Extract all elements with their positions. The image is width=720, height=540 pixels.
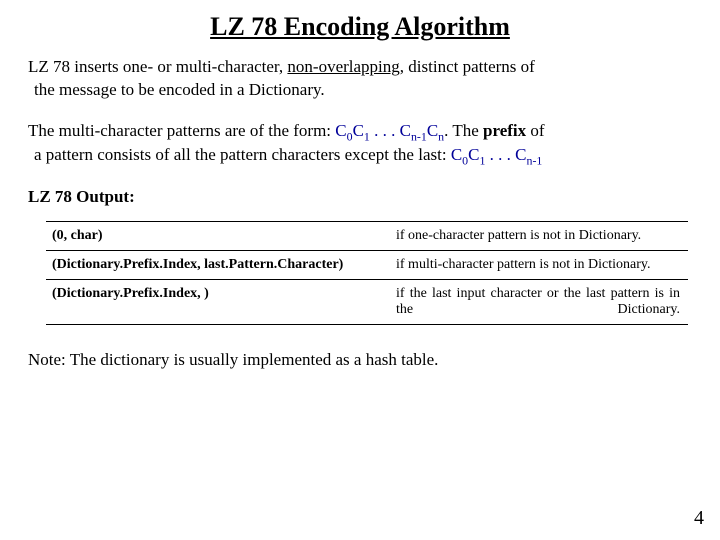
p1-after: , distinct patterns of <box>400 57 535 76</box>
table-row: (Dictionary.Prefix.Index, last.Pattern.C… <box>46 250 688 279</box>
cell-r3-left: (Dictionary.Prefix.Index, ) <box>46 279 390 324</box>
title-text: LZ 78 Encoding Algorithm <box>210 12 510 41</box>
seq2-cn1: C <box>515 145 526 164</box>
p2-prefix: prefix <box>483 121 526 140</box>
seq-c0: C <box>335 121 346 140</box>
page-title: LZ 78 Encoding Algorithm <box>28 12 692 42</box>
cell-r1-left: (0, char) <box>46 221 390 250</box>
note: Note: The dictionary is usually implemen… <box>28 349 692 372</box>
seq2-dots: . . . <box>485 145 515 164</box>
seq-dots: . . . <box>370 121 400 140</box>
page-number: 4 <box>694 507 704 530</box>
paragraph-1: LZ 78 inserts one- or multi-character, n… <box>28 56 692 102</box>
p1-lead: LZ 78 inserts one- or multi-character, <box>28 57 287 76</box>
p2-cont-text: a pattern consists of all the pattern ch… <box>34 145 451 164</box>
seq2-subn1: n-1 <box>527 154 543 168</box>
pattern-sequence-full: C0C1 . . . Cn-1Cn <box>335 121 444 140</box>
seq2-c1: C <box>468 145 479 164</box>
table-row: (0, char) if one-character pattern is no… <box>46 221 688 250</box>
table-row: (Dictionary.Prefix.Index, ) if the last … <box>46 279 688 324</box>
seq-cn1: C <box>400 121 411 140</box>
pattern-sequence-prefix: C0C1 . . . Cn-1 <box>451 145 543 164</box>
slide: LZ 78 Encoding Algorithm LZ 78 inserts o… <box>0 0 720 540</box>
seq-c1: C <box>353 121 364 140</box>
output-heading: LZ 78 Output: <box>28 187 692 207</box>
p1-nonoverlapping: non-overlapping <box>287 57 399 76</box>
p2-cont: a pattern consists of all the pattern ch… <box>34 144 692 168</box>
seq-subn1: n-1 <box>411 129 427 143</box>
cell-r1-right: if one-character pattern is not in Dicti… <box>390 221 688 250</box>
p2-lead: The multi-character patterns are of the … <box>28 121 335 140</box>
cell-r2-right: if multi-character pattern is not in Dic… <box>390 250 688 279</box>
seq-cn: C <box>427 121 438 140</box>
seq2-c0: C <box>451 145 462 164</box>
output-table: (0, char) if one-character pattern is no… <box>46 221 688 325</box>
paragraph-2: The multi-character patterns are of the … <box>28 120 692 169</box>
p2-after-prefix: of <box>526 121 544 140</box>
cell-r3-right: if the last input character or the last … <box>390 279 688 324</box>
p2-seq-end: . The <box>444 121 483 140</box>
cell-r2-left: (Dictionary.Prefix.Index, last.Pattern.C… <box>46 250 390 279</box>
p1-cont: the message to be encoded in a Dictionar… <box>34 79 692 102</box>
